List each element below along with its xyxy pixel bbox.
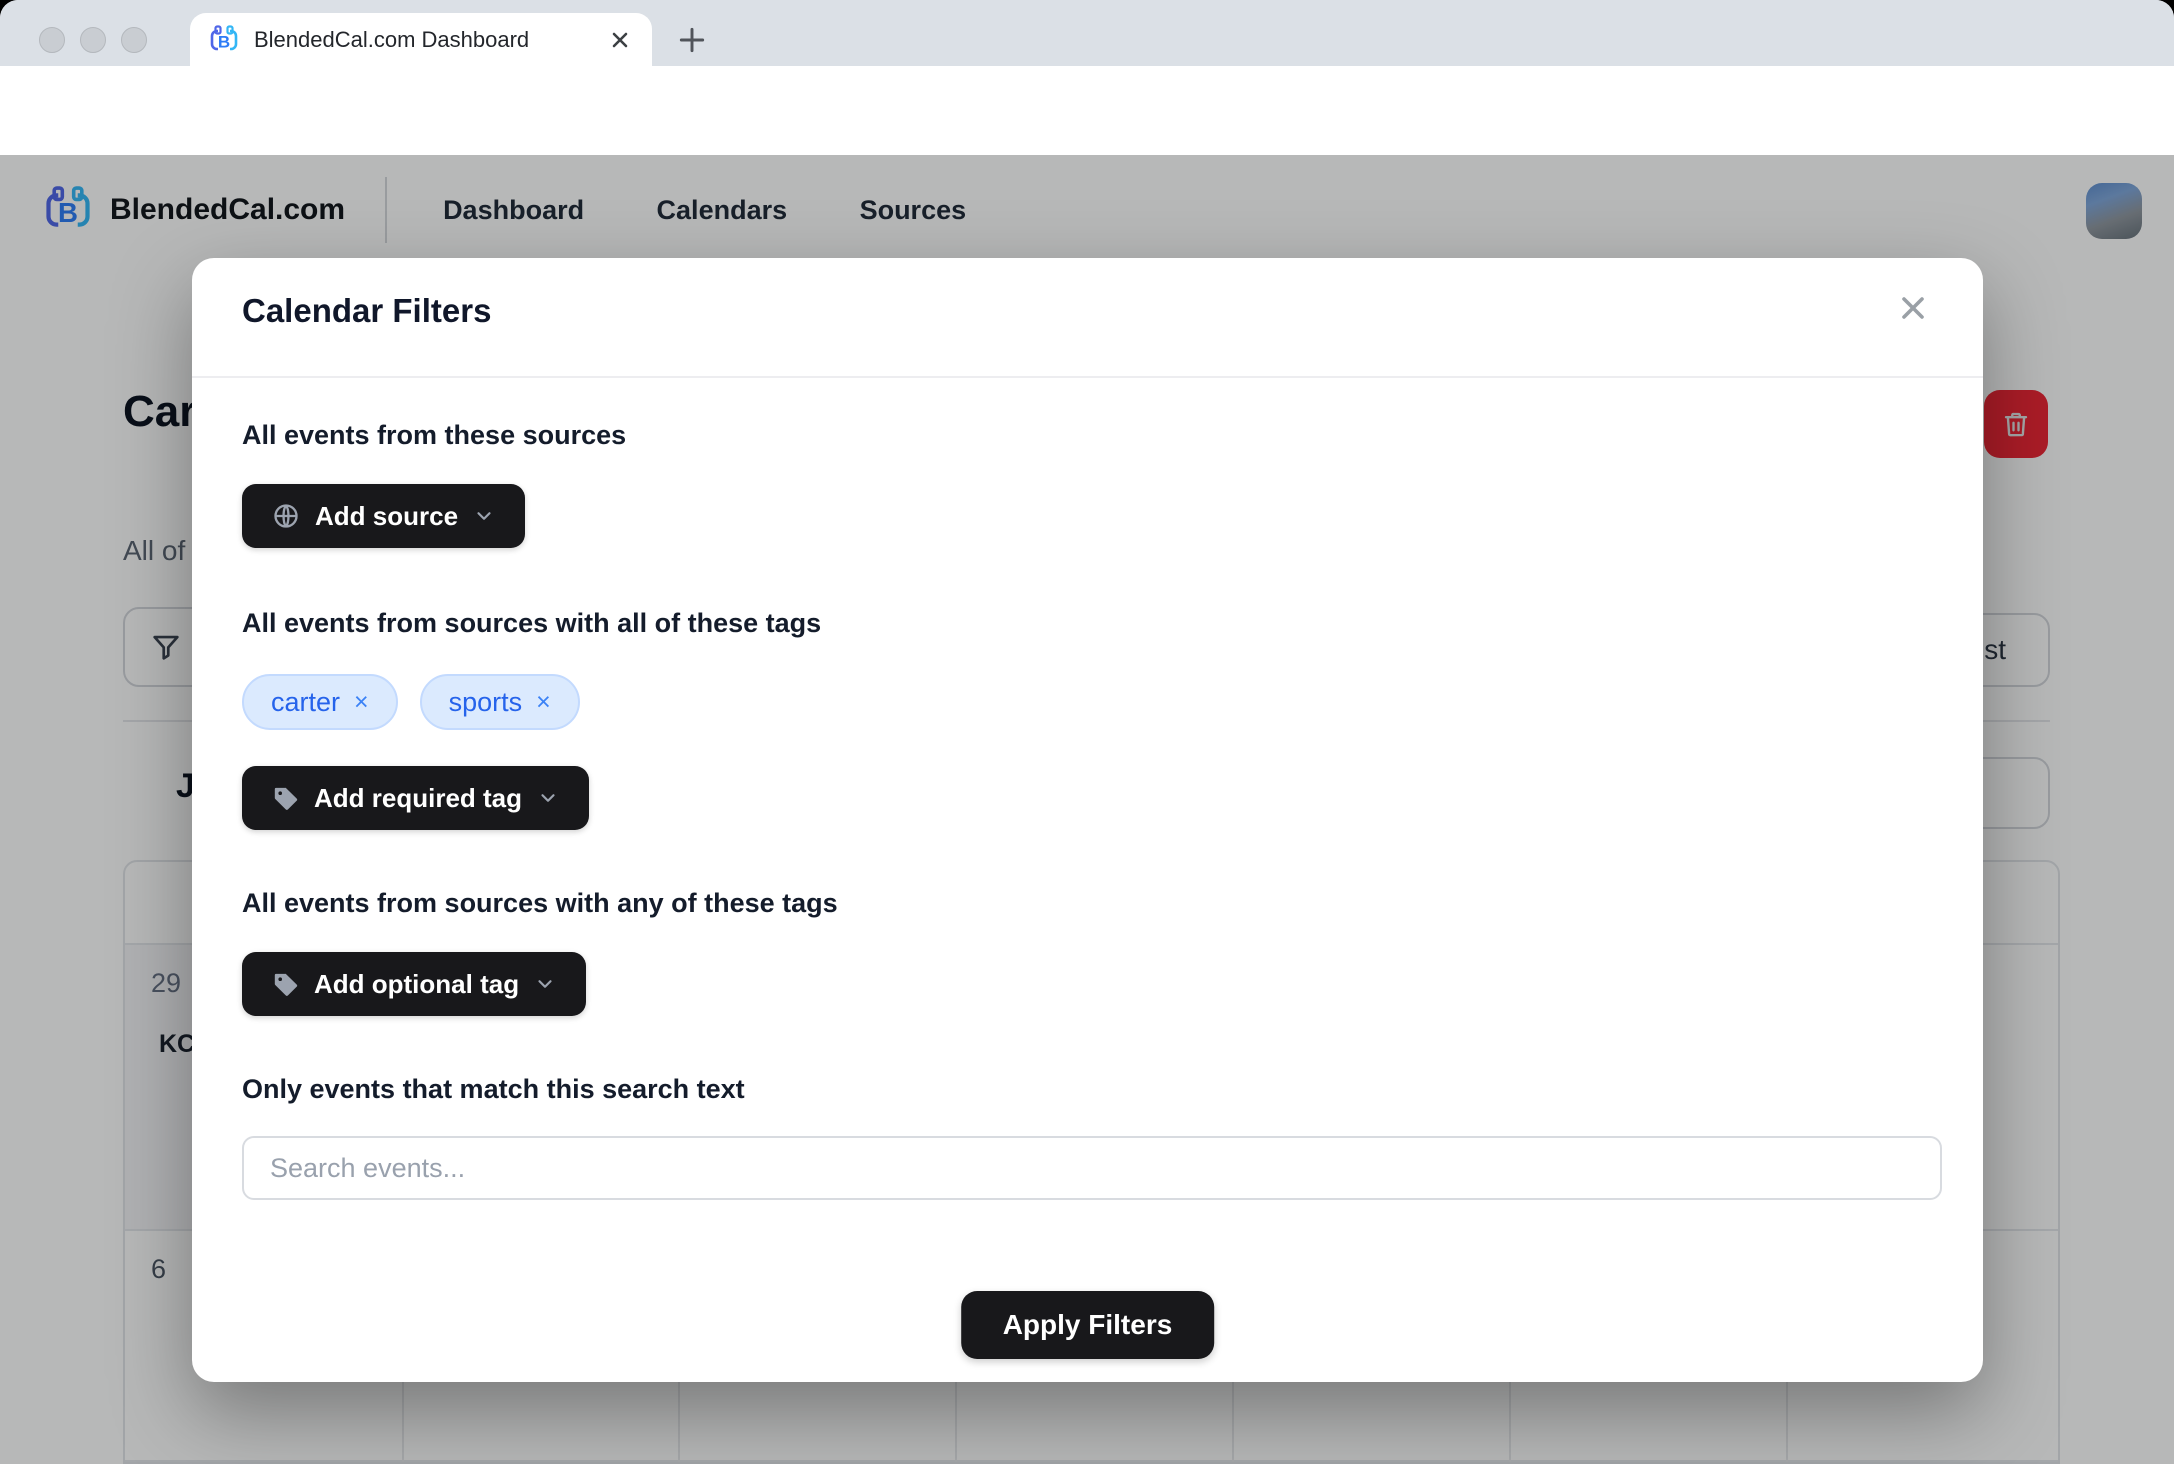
- search-events-input[interactable]: [242, 1136, 1942, 1200]
- tab-close-icon[interactable]: [608, 28, 634, 52]
- modal-close-icon[interactable]: [1895, 290, 1931, 326]
- tag-pill: carter ×: [242, 674, 398, 730]
- tag-pill: sports ×: [420, 674, 580, 730]
- chevron-down-icon: [537, 787, 559, 809]
- search-section-label: Only events that match this search text: [242, 1074, 745, 1105]
- globe-icon: [272, 502, 300, 530]
- required-tags-section-label: All events from sources with all of thes…: [242, 608, 821, 639]
- tag-icon: [272, 971, 299, 998]
- required-tags-list: carter × sports ×: [242, 674, 580, 730]
- modal-title: Calendar Filters: [242, 292, 491, 330]
- chevron-down-icon: [534, 973, 556, 995]
- optional-tags-section-label: All events from sources with any of thes…: [242, 888, 838, 919]
- page-content: B BlendedCal.com Dashboard Calendars Sou…: [0, 155, 2174, 1464]
- modal-header: Calendar Filters: [192, 258, 1983, 378]
- sources-section-label: All events from these sources: [242, 420, 626, 451]
- traffic-minimize-button[interactable]: [80, 27, 106, 53]
- apply-filters-button[interactable]: Apply Filters: [961, 1291, 1215, 1359]
- tab-title: BlendedCal.com Dashboard: [254, 27, 594, 53]
- tag-label: carter: [271, 687, 340, 718]
- svg-text:B: B: [218, 32, 230, 51]
- browser-tab[interactable]: B BlendedCal.com Dashboard: [190, 13, 652, 66]
- add-source-button[interactable]: Add source: [242, 484, 525, 548]
- add-source-label: Add source: [315, 501, 458, 532]
- remove-tag-icon[interactable]: ×: [354, 688, 369, 717]
- tag-label: sports: [449, 687, 523, 718]
- tab-strip: B BlendedCal.com Dashboard: [0, 0, 2174, 66]
- browser-window: B BlendedCal.com Dashboard localhost:: [0, 0, 2174, 1464]
- traffic-close-button[interactable]: [39, 27, 65, 53]
- add-optional-tag-button[interactable]: Add optional tag: [242, 952, 586, 1016]
- chevron-down-icon: [473, 505, 495, 527]
- add-optional-tag-label: Add optional tag: [314, 969, 519, 1000]
- browser-toolbar: localhost:3000/calendars/carters-sports-…: [0, 66, 2174, 155]
- new-tab-icon[interactable]: [676, 24, 708, 56]
- add-required-tag-label: Add required tag: [314, 783, 522, 814]
- add-required-tag-button[interactable]: Add required tag: [242, 766, 589, 830]
- site-favicon: B: [208, 24, 240, 56]
- calendar-filters-modal: Calendar Filters All events from these s…: [192, 258, 1983, 1382]
- tag-icon: [272, 785, 299, 812]
- remove-tag-icon[interactable]: ×: [536, 688, 551, 717]
- traffic-zoom-button[interactable]: [121, 27, 147, 53]
